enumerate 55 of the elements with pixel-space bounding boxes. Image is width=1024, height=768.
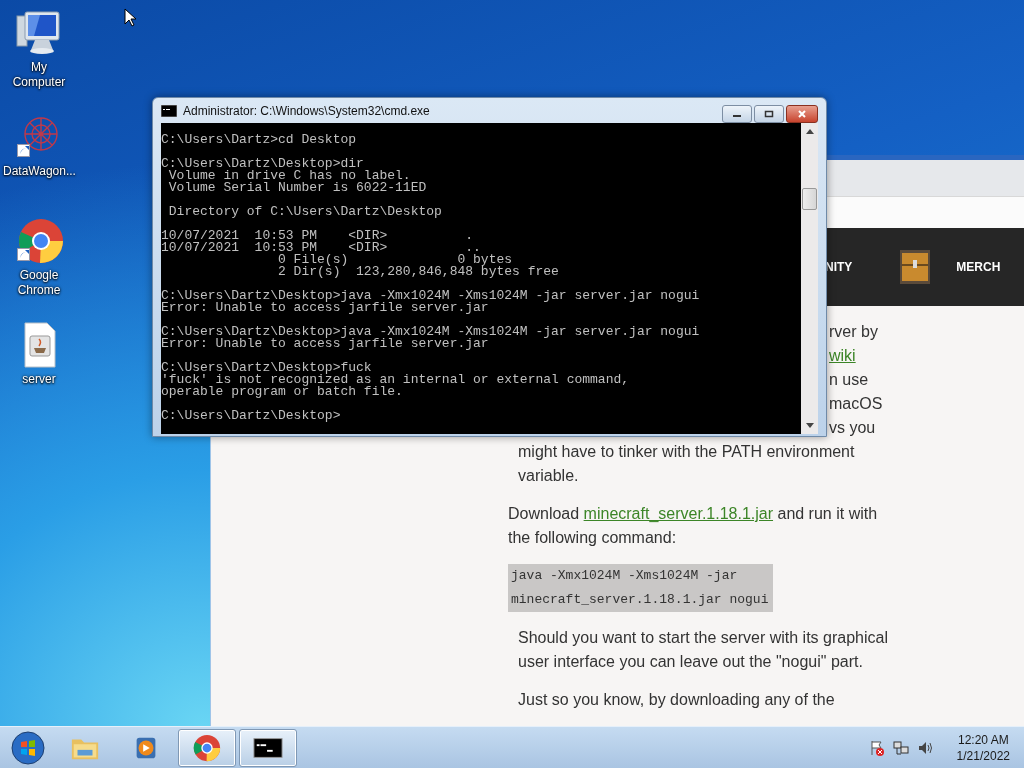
console-line: Volume in drive C has no label. bbox=[168, 170, 411, 182]
console-line: 0 File(s) 0 bytes bbox=[277, 254, 513, 266]
scrollbar[interactable] bbox=[801, 123, 818, 434]
clock-date: 1/21/2022 bbox=[956, 748, 1010, 764]
console-line: 10/07/2021 10:53 PM <DIR> . bbox=[161, 230, 474, 242]
text-fragment: macOS bbox=[829, 394, 883, 414]
action-center-flag-icon[interactable] bbox=[868, 740, 885, 756]
speaker-icon[interactable] bbox=[916, 740, 933, 756]
console-line: 'fuck' is not recognized as an internal or external command, bbox=[161, 374, 630, 386]
desktop-icon-label[interactable]: server bbox=[3, 372, 75, 387]
chest-icon[interactable] bbox=[900, 250, 931, 285]
console-line: 10/07/2021 10:53 PM <DIR> .. bbox=[161, 242, 481, 254]
desktop-icon-label[interactable]: Google Chrome bbox=[3, 268, 75, 298]
text-fragment: rver by bbox=[829, 322, 878, 342]
nav-link[interactable]: MERCH bbox=[956, 260, 1001, 275]
mouse-cursor-icon bbox=[124, 8, 136, 27]
close-button[interactable] bbox=[786, 105, 818, 123]
console-line: C:\Users\Dartz\Desktop> bbox=[161, 410, 341, 422]
scroll-thumb[interactable] bbox=[802, 188, 817, 210]
scroll-up-arrow-icon[interactable] bbox=[805, 129, 814, 134]
network-icon[interactable] bbox=[892, 740, 909, 756]
maximize-button[interactable] bbox=[754, 105, 784, 123]
console-line: Directory of C:\Users\Dartz\Desktop bbox=[167, 206, 442, 218]
console-line: 2 Dir(s) 123,280,846,848 bytes free bbox=[277, 266, 559, 278]
desktop-icon-label[interactable]: DataWagon... bbox=[3, 164, 75, 179]
console-line: C:\Users\Dartz\Desktop>fuck bbox=[161, 362, 372, 374]
text-fragment: vs you bbox=[829, 418, 876, 438]
paragraph: Just so you know, by downloading any of the bbox=[518, 690, 836, 710]
console-line: Error: Unable to access jarfile server.jar bbox=[161, 302, 489, 314]
close-icon bbox=[797, 110, 807, 118]
text-fragment: n use bbox=[829, 370, 869, 390]
console-line: C:\Users\Dartz>cd Desktop bbox=[161, 134, 357, 146]
console-line: C:\Users\Dartz\Desktop>java -Xmx1024M -Xms1024M -jar server.jar nogui bbox=[161, 326, 700, 338]
desktop-icon-label[interactable]: My Computer bbox=[3, 60, 75, 90]
console-line: C:\Users\Dartz\Desktop>dir bbox=[161, 158, 364, 170]
console-line: C:\Users\Dartz\Desktop>java -Xmx1024M -Xms1024M -jar server.jar nogui bbox=[161, 290, 700, 302]
taskbar-button[interactable] bbox=[239, 729, 297, 767]
chrome-icon bbox=[192, 734, 222, 762]
computer-icon[interactable] bbox=[15, 10, 63, 56]
window-title: Administrator: C:\Windows\System32\cmd.exe bbox=[183, 103, 431, 118]
paragraph: Should you want to start the server with its graphical user interface you can leave out the "nogui" part. bbox=[518, 628, 889, 672]
console-line: Error: Unable to access jarfile server.jar bbox=[161, 338, 489, 350]
minimize-button[interactable] bbox=[722, 105, 752, 123]
maximize-icon bbox=[764, 110, 774, 118]
download-paragraph: Download minecraft_server.1.18.1.jar and run it with the following command: bbox=[508, 504, 879, 548]
clock[interactable]: 12:20 AM 1/21/2022 bbox=[956, 732, 1010, 764]
wiki-link[interactable]: wiki bbox=[829, 344, 856, 368]
clock-time: 12:20 AM bbox=[957, 732, 1009, 748]
paragraph: might have to tinker with the PATH environment variable. bbox=[518, 442, 856, 486]
console-icon bbox=[161, 104, 177, 117]
jar-download-link[interactable]: minecraft_server.1.18.1.jar bbox=[583, 505, 774, 522]
console-line: Volume Serial Number is 6022-11ED bbox=[167, 182, 427, 194]
scroll-down-arrow-icon[interactable] bbox=[805, 423, 814, 428]
console-line: operable program or batch file. bbox=[161, 386, 403, 398]
code-snippet: java -Xmx1024M -Xms1024M -jar minecraft_server.1.18.1.jar nogui bbox=[508, 564, 773, 612]
